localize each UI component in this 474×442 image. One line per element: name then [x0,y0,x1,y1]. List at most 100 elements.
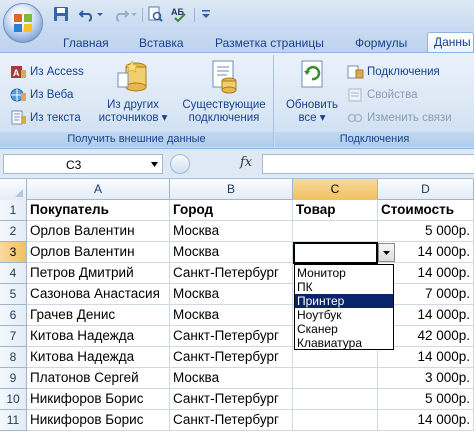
cell-a7[interactable]: Китова Надежда [27,326,170,347]
cell-a1[interactable]: Покупатель [27,200,170,221]
cell-c11[interactable] [293,410,378,431]
cell-d2[interactable]: 5 000р. [378,221,474,242]
formula-bar-splitter-icon[interactable] [170,154,190,174]
edit-links-label: Изменить связи [367,112,452,124]
row-header[interactable]: 10 [0,389,27,410]
cell-d11[interactable]: 14 000р. [378,410,474,431]
cell-b4[interactable]: Санкт-Петербург [170,263,293,284]
cell-b5[interactable]: Москва [170,284,293,305]
undo-icon[interactable] [78,5,96,23]
name-box[interactable]: C3 [3,154,163,174]
cell-a4[interactable]: Петров Дмитрий [27,263,170,284]
other-sources-icon [117,60,147,92]
cell-c10[interactable] [293,389,378,410]
dropdown-option[interactable]: Сканер [295,322,393,336]
cell-a2[interactable]: Орлов Валентин [27,221,170,242]
name-box-value: C3 [66,158,82,172]
cell-c1[interactable]: Товар [293,200,378,221]
redo-icon[interactable] [112,5,130,23]
tab-insert[interactable]: Вставка [139,34,184,52]
row-header[interactable]: 7 [0,326,27,347]
cell-b11[interactable]: Санкт-Петербург [170,410,293,431]
connections-icon [347,65,364,79]
print-preview-icon[interactable] [146,5,164,23]
row-header[interactable]: 9 [0,368,27,389]
row-header[interactable]: 8 [0,347,27,368]
save-icon[interactable] [52,5,70,23]
row-header[interactable]: 1 [0,200,27,221]
cell-dropdown-button[interactable] [378,243,395,262]
row-header[interactable]: 3 [0,242,27,263]
from-access-label: Из Access [30,66,84,78]
active-cell-c3[interactable] [293,242,378,264]
cell-d10[interactable]: 5 000р. [378,389,474,410]
worksheet-grid: A B C D 1 Покупатель Город Товар Стоимость 2 О… [0,179,474,442]
column-header-b[interactable]: B [170,179,293,200]
cell-b2[interactable]: Москва [170,221,293,242]
tab-home[interactable]: Главная [63,34,109,52]
ribbon: A Из Access Из Веба Из текста Из других … [0,52,474,149]
cell-b8[interactable]: Санкт-Петербург [170,347,293,368]
chevron-down-icon: ▾ [319,112,326,124]
cell-a11[interactable]: Никифоров Борис [27,410,170,431]
cell-a10[interactable]: Никифоров Борис [27,389,170,410]
dropdown-option[interactable]: Ноутбук [295,308,393,322]
cell-a6[interactable]: Грачев Денис [27,305,170,326]
cell-d9[interactable]: 3 000р. [378,368,474,389]
tab-data[interactable]: Данны [427,32,474,53]
cell-a5[interactable]: Сазонова Анастасия [27,284,170,305]
row-header[interactable]: 5 [0,284,27,305]
cell-b6[interactable]: Москва [170,305,293,326]
dropdown-option[interactable]: Клавиатура [295,336,393,350]
dropdown-option[interactable]: Монитор [295,266,393,280]
row-header[interactable]: 2 [0,221,27,242]
column-header-bar: A B C D [0,179,474,200]
formula-area: fx [170,154,474,174]
other-sources-label-1: Из других [107,99,159,111]
spelling-icon[interactable]: АБ [170,5,188,23]
svg-text:A: A [13,68,20,78]
row-header[interactable]: 6 [0,305,27,326]
cell-b7[interactable]: Санкт-Петербург [170,326,293,347]
cell-a8[interactable]: Китова Надежда [27,347,170,368]
dropdown-option[interactable]: ПК [295,280,393,294]
cell-a3[interactable]: Орлов Валентин [27,242,170,263]
insert-function-button[interactable]: fx [240,155,252,170]
formula-input[interactable] [262,154,474,174]
cell-c9[interactable] [293,368,378,389]
cell-d8[interactable]: 14 000р. [378,347,474,368]
cell-b3[interactable]: Москва [170,242,293,263]
redo-dropdown-icon[interactable] [130,5,138,23]
quick-access-separator [142,8,143,22]
from-other-sources-button[interactable]: Из других источников ▾ [96,59,170,125]
undo-dropdown-icon[interactable] [96,5,104,23]
tab-page-layout[interactable]: Разметка страницы [215,34,324,52]
formula-bar: C3 fx [0,149,474,179]
edit-links-icon [347,113,363,123]
column-header-a[interactable]: A [27,179,170,200]
existing-connections-icon [212,60,237,94]
column-header-d[interactable]: D [378,179,474,200]
office-logo-icon [14,14,32,32]
text-file-icon [11,110,26,125]
column-header-c[interactable]: C [293,179,378,200]
cell-b10[interactable]: Санкт-Петербург [170,389,293,410]
cell-c2[interactable] [293,221,378,242]
access-icon: A [11,66,26,78]
office-button[interactable] [3,3,43,43]
dropdown-option[interactable]: Принтер [295,294,393,308]
select-all-button[interactable] [0,179,27,200]
tab-formulas[interactable]: Формулы [355,34,407,52]
cell-a9[interactable]: Платонов Сергей [27,368,170,389]
existing-connections-button[interactable]: Существующие подключения [178,59,270,125]
cell-c8[interactable] [293,347,378,368]
cell-b1[interactable]: Город [170,200,293,221]
row-header[interactable]: 4 [0,263,27,284]
refresh-icon [301,60,323,88]
row-header[interactable]: 11 [0,410,27,431]
name-box-dropdown-icon[interactable] [150,160,159,169]
refresh-all-button[interactable]: Обновить все ▾ [279,59,345,125]
cell-b9[interactable]: Москва [170,368,293,389]
customize-quick-access-icon[interactable] [200,5,212,23]
cell-d1[interactable]: Стоимость [378,200,474,221]
